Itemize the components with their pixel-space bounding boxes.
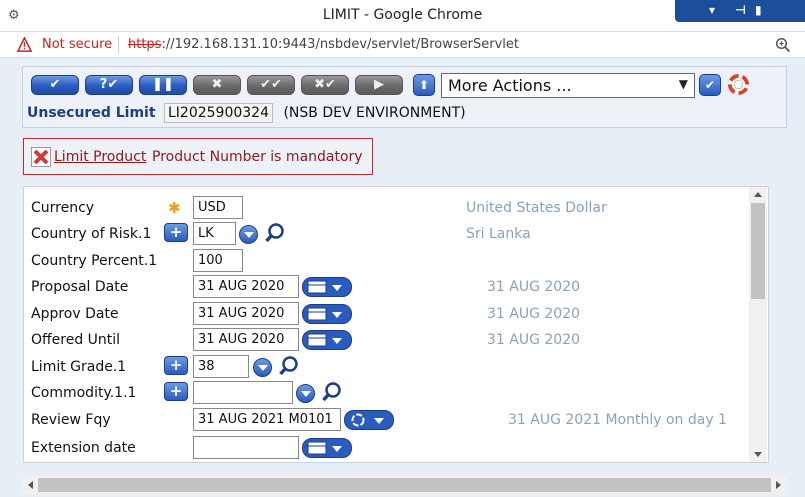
pin-icon[interactable]: ⊣ (735, 3, 746, 17)
country-risk-label: Country of Risk.1 (31, 226, 152, 242)
proposal-date-desc: 31 AUG 2020 (487, 279, 581, 295)
toolbar-panel: ✔ ?✔ ❚❚ ✖ ✔✔ ✖✔ ▶ ⬆ More Actions ... ▼ ✔… (22, 66, 787, 128)
authorise-button[interactable]: ✔✔ (247, 75, 295, 95)
add-icon[interactable]: + (164, 223, 188, 242)
scroll-right-icon[interactable] (776, 481, 781, 489)
offered-until-label: Offered Until (31, 332, 121, 348)
url-rest: ://192.168.131.10:9443/nsbdev/servlet/Br… (161, 37, 519, 52)
page-content: ✔ ?✔ ❚❚ ✖ ✔✔ ✖✔ ▶ ⬆ More Actions ... ▼ ✔… (0, 58, 805, 497)
proposal-date-label: Proposal Date (31, 279, 129, 295)
hold-button[interactable]: ❚❚ (139, 75, 187, 95)
row-country-percent: Country Percent.1 100 (24, 247, 749, 273)
signal-icon: ▮ (755, 3, 762, 17)
country-percent-input[interactable]: 100 (193, 249, 243, 272)
review-fqy-label: Review Fqy (31, 412, 111, 428)
more-actions-select[interactable]: More Actions ... ▼ (441, 73, 695, 98)
error-icon (31, 147, 51, 167)
error-message: Product Number is mandatory (152, 149, 363, 165)
window-controls: ▾ ⊣ ▮ (675, 0, 805, 22)
row-commodity: Commodity.1.1 + (24, 379, 749, 405)
dropdown-icon[interactable] (239, 225, 258, 244)
search-icon[interactable] (264, 222, 286, 244)
dropdown-icon[interactable] (296, 384, 315, 403)
delete-button[interactable]: ✖ (193, 75, 241, 95)
record-id: LI2025900324 (163, 103, 273, 123)
validate-button[interactable]: ?✔ (85, 75, 133, 95)
error-field-link[interactable]: Limit Product (54, 149, 146, 165)
row-approv-date: Approv Date 31 AUG 2020 31 AUG 2020 (24, 300, 749, 326)
extension-date-label: Extension date (31, 440, 136, 456)
scroll-thumb-horizontal[interactable] (38, 478, 771, 492)
lifebuoy-help-icon[interactable] (728, 74, 749, 95)
currency-label: Currency (31, 200, 95, 216)
limit-grade-input[interactable]: 38 (193, 355, 249, 378)
row-review-fqy: Review Fqy 31 AUG 2021 M0101 31 AUG 2021… (24, 406, 749, 432)
currency-desc: United States Dollar (466, 200, 607, 216)
horizontal-scrollbar[interactable] (22, 476, 787, 494)
scroll-thumb[interactable] (751, 203, 765, 299)
offered-until-desc: 31 AUG 2020 (487, 332, 581, 348)
more-actions-value: More Actions ... (448, 76, 572, 95)
calendar-icon[interactable] (302, 304, 352, 324)
dropdown-icon[interactable] (253, 358, 272, 377)
form-panel: Currency ✱ USD United States Dollar Coun… (23, 186, 769, 463)
record-type-label: Unsecured Limit (27, 105, 156, 121)
scroll-down-icon[interactable] (754, 452, 762, 457)
search-icon[interactable] (321, 381, 343, 403)
calendar-icon[interactable] (302, 277, 352, 297)
row-currency: Currency ✱ USD United States Dollar (24, 194, 749, 220)
up-button[interactable]: ⬆ (413, 74, 435, 96)
commodity-label: Commodity.1.1 (31, 385, 137, 401)
review-fqy-desc: 31 AUG 2021 Monthly on day 1 (508, 412, 727, 428)
extension-date-input[interactable] (193, 436, 299, 459)
review-fqy-input[interactable]: 31 AUG 2021 M0101 (193, 408, 341, 431)
url-scheme: https (128, 37, 162, 52)
scroll-left-icon[interactable] (28, 481, 33, 489)
country-percent-label: Country Percent.1 (31, 253, 158, 269)
row-limit-grade: Limit Grade.1 + 38 (24, 353, 749, 379)
add-icon[interactable]: + (164, 382, 188, 401)
warning-icon (17, 37, 32, 52)
commodity-input[interactable] (193, 381, 293, 404)
approv-date-input[interactable]: 31 AUG 2020 (193, 302, 299, 325)
approv-date-desc: 31 AUG 2020 (487, 306, 581, 322)
go-button[interactable]: ✔ (699, 74, 721, 96)
calendar-icon[interactable] (302, 438, 352, 458)
security-status[interactable]: Not secure (42, 37, 112, 52)
url-text[interactable]: https://192.168.131.10:9443/nsbdev/servl… (128, 37, 519, 52)
approv-date-label: Approv Date (31, 306, 119, 322)
title-bar: ⚙ LIMIT - Google Chrome ▾ ⊣ ▮ (0, 0, 805, 32)
limit-grade-label: Limit Grade.1 (31, 359, 127, 375)
vertical-scrollbar[interactable] (749, 187, 767, 462)
offered-until-input[interactable]: 31 AUG 2020 (193, 328, 299, 351)
address-divider (118, 36, 119, 53)
reverse-button[interactable]: ✖✔ (301, 75, 349, 95)
search-icon[interactable] (278, 355, 300, 377)
row-country-risk: Country of Risk.1 + LK Sri Lanka (24, 220, 749, 246)
country-risk-desc: Sri Lanka (466, 226, 531, 242)
recurrence-icon[interactable] (344, 410, 394, 430)
row-proposal-date: Proposal Date 31 AUG 2020 31 AUG 2020 (24, 273, 749, 299)
zoom-icon[interactable] (775, 37, 791, 53)
scroll-up-icon[interactable] (754, 192, 762, 197)
row-extension-date: Extension date (24, 434, 749, 460)
minimize-icon[interactable]: ▾ (709, 3, 715, 17)
error-box: Limit Product Product Number is mandator… (23, 138, 373, 175)
record-header: Unsecured Limit LI2025900324 (NSB DEV EN… (27, 103, 466, 123)
required-icon: ✱ (168, 199, 181, 217)
currency-input[interactable]: USD (193, 196, 243, 219)
country-risk-input[interactable]: LK (193, 222, 236, 245)
proposal-date-input[interactable]: 31 AUG 2020 (193, 275, 299, 298)
next-button[interactable]: ▶ (355, 75, 403, 95)
calendar-icon[interactable] (302, 330, 352, 350)
row-offered-until: Offered Until 31 AUG 2020 31 AUG 2020 (24, 326, 749, 352)
commit-button[interactable]: ✔ (31, 75, 79, 95)
address-bar[interactable]: Not secure https://192.168.131.10:9443/n… (0, 32, 805, 58)
chevron-down-icon: ▼ (678, 77, 688, 91)
environment-label: (NSB DEV ENVIRONMENT) (283, 105, 466, 121)
add-icon[interactable]: + (164, 356, 188, 375)
